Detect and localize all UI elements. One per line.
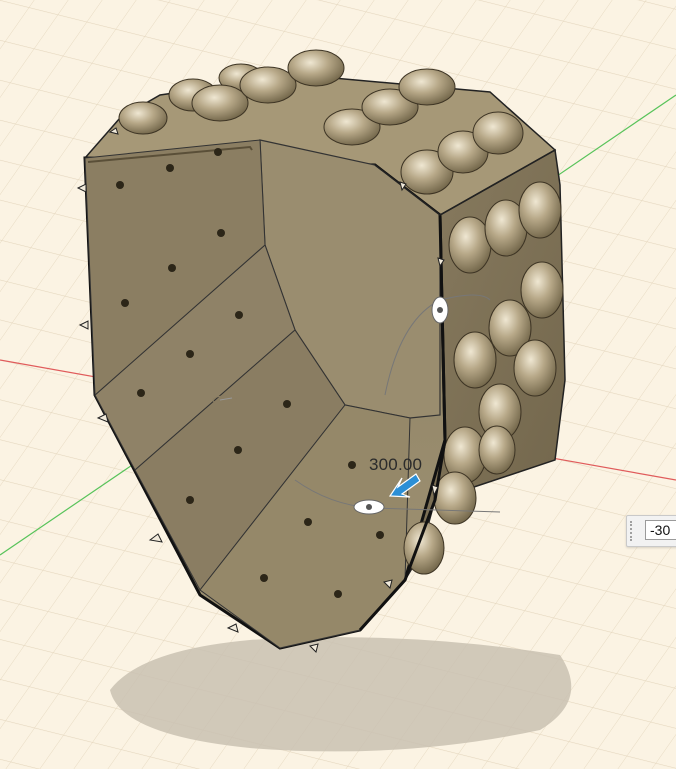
rotate-handle-icon[interactable] [353, 499, 385, 515]
rotate-handle-icon[interactable] [431, 296, 449, 324]
3d-viewport[interactable]: 300.00 [0, 0, 676, 769]
dimension-input-box [626, 515, 676, 547]
dimension-value-label: 300.00 [369, 455, 423, 474]
model-shadow [110, 637, 572, 752]
grip-icon[interactable] [630, 521, 640, 541]
dimension-input[interactable] [645, 520, 676, 540]
model-canvas[interactable] [0, 0, 676, 769]
